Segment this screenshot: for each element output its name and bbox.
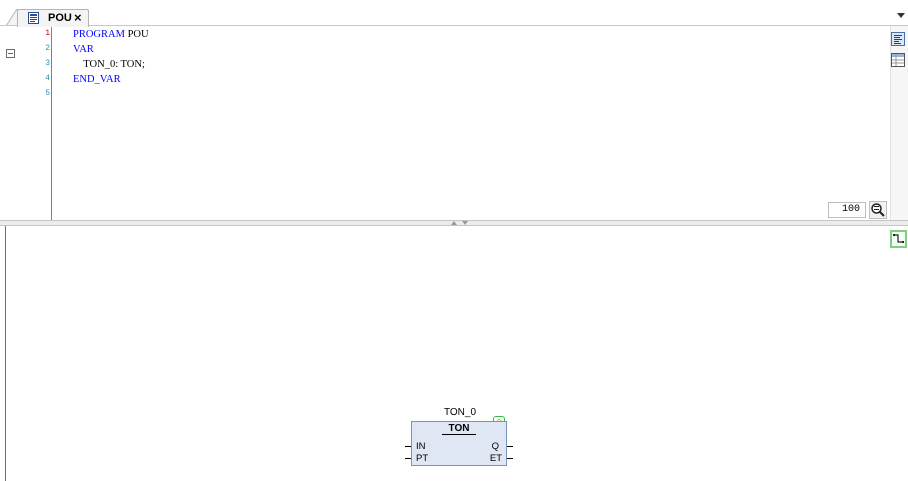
input-line-in: [405, 446, 411, 447]
fbd-toolbox-button[interactable]: [890, 230, 907, 248]
keyword: PROGRAM: [73, 29, 125, 40]
line-number: 5: [45, 89, 50, 98]
line-number: 1: [45, 29, 50, 38]
code-line[interactable]: PROGRAM POU: [73, 27, 149, 42]
output-pin-et[interactable]: ET: [490, 453, 502, 464]
code-text: TON_0: TON;: [73, 59, 145, 70]
output-line-et: [507, 458, 513, 459]
fbd-implementation-area[interactable]: TON_0 0 TON IN PT Q ET: [0, 226, 908, 481]
tab-title: POU: [48, 12, 72, 24]
keyword: END_VAR: [73, 74, 121, 85]
zoom-level-field[interactable]: 100: [828, 202, 866, 218]
left-power-rail: [5, 226, 6, 481]
line-number: 2: [45, 44, 50, 53]
code-line[interactable]: TON_0: TON;: [73, 57, 145, 72]
tabular-view-icon[interactable]: [891, 53, 905, 67]
tab-list-dropdown-icon[interactable]: [896, 11, 906, 19]
line-number-gutter: 1 2 3 4 5: [20, 26, 50, 220]
textual-view-icon[interactable]: [891, 32, 905, 46]
block-type-name: TON: [448, 423, 470, 434]
ton-function-block[interactable]: TON IN PT Q ET: [411, 421, 507, 466]
input-line-pt: [405, 458, 411, 459]
declaration-editor[interactable]: 1 2 3 4 5 PROGRAM POU VAR TON_0: TON; EN…: [0, 26, 908, 220]
block-type-underline: [442, 434, 476, 435]
output-line-q: [507, 446, 513, 447]
tab-pou[interactable]: POU ×: [17, 9, 89, 27]
input-pin-in[interactable]: IN: [416, 441, 426, 452]
block-instance-name[interactable]: TON_0: [434, 407, 486, 418]
gutter-divider: [51, 26, 52, 220]
keyword: VAR: [73, 44, 94, 55]
line-number: 3: [45, 59, 50, 68]
network-connector-icon: [893, 234, 904, 243]
close-tab-button[interactable]: ×: [74, 10, 82, 26]
code-line[interactable]: END_VAR: [73, 72, 121, 87]
zoom-icon[interactable]: [869, 201, 887, 219]
code-text: POU: [124, 29, 149, 40]
editor-tab-bar: POU ×: [0, 0, 908, 27]
code-line[interactable]: VAR: [73, 42, 94, 57]
collapse-icon[interactable]: [6, 49, 15, 58]
output-pin-q[interactable]: Q: [492, 441, 499, 452]
pou-document-icon: [28, 12, 39, 24]
input-pin-pt[interactable]: PT: [416, 453, 428, 464]
line-number: 4: [45, 74, 50, 83]
